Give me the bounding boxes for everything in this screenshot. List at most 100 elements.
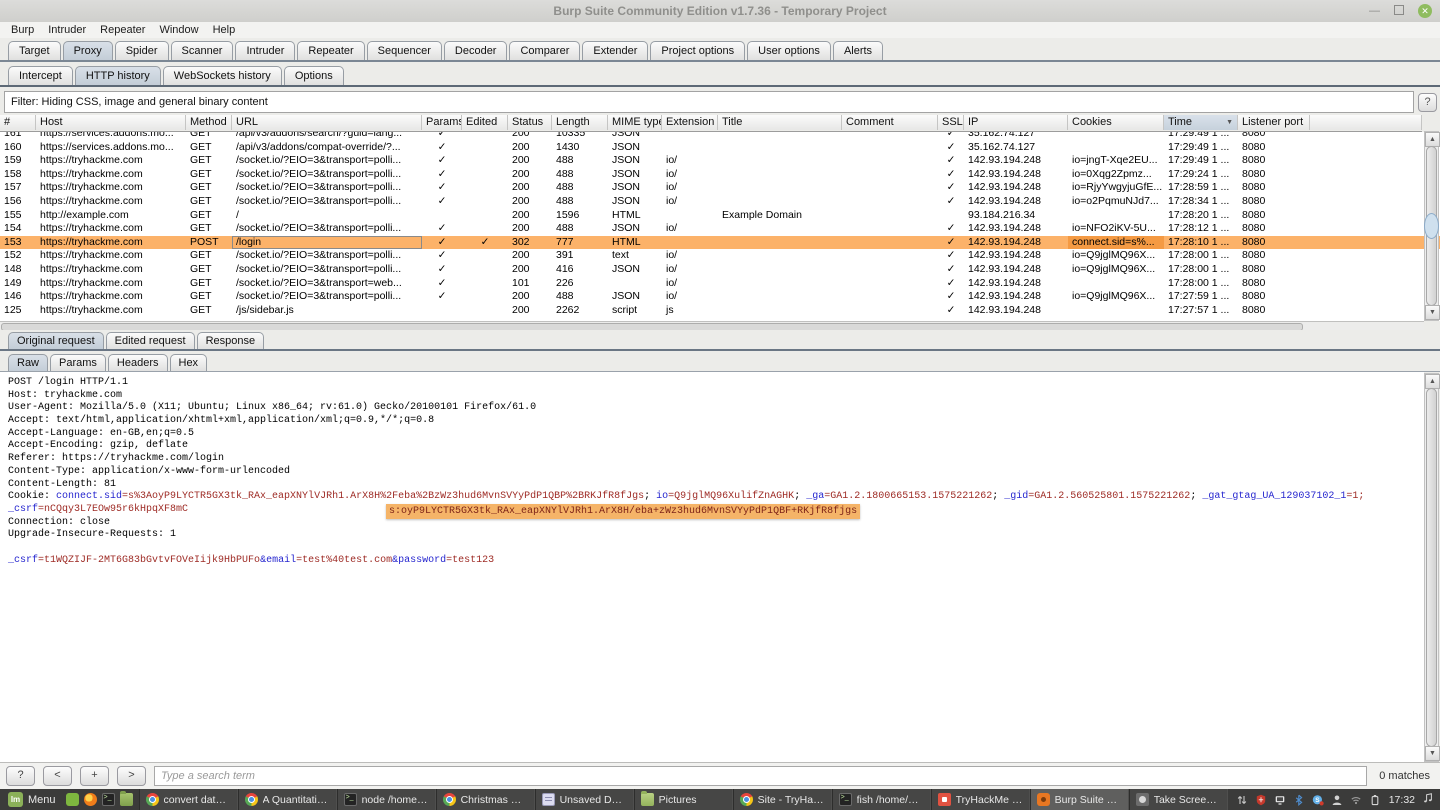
editor-scroll-thumb[interactable] xyxy=(1426,388,1437,747)
viewtab-params[interactable]: Params xyxy=(50,354,106,371)
battery-icon[interactable] xyxy=(1369,794,1381,806)
table-row-159[interactable]: 159https://tryhackme.comGET/socket.io/?E… xyxy=(0,154,1440,168)
column-header-title[interactable]: Title xyxy=(718,115,842,130)
subtab-intercept[interactable]: Intercept xyxy=(8,66,73,85)
scroll-down-icon[interactable]: ▼ xyxy=(1425,305,1440,320)
display-icon[interactable] xyxy=(1274,794,1286,806)
task-button-tryhackme-lo[interactable]: TryHackMe | Lo... xyxy=(931,789,1030,810)
task-button-pictures[interactable]: Pictures xyxy=(634,789,733,810)
table-row-148[interactable]: 148https://tryhackme.comGET/socket.io/?E… xyxy=(0,263,1440,277)
table-scroll-thumb[interactable] xyxy=(1426,146,1437,306)
note-icon[interactable] xyxy=(1422,792,1434,804)
search-options-button[interactable]: + xyxy=(80,766,109,786)
scroll-down-icon[interactable]: ▼ xyxy=(1425,746,1440,761)
tab-repeater[interactable]: Repeater xyxy=(297,41,364,60)
column-header-listener-port[interactable]: Listener port xyxy=(1238,115,1310,130)
search-input[interactable] xyxy=(154,766,1367,786)
tab-target[interactable]: Target xyxy=(8,41,61,60)
column-header-cookies[interactable]: Cookies xyxy=(1068,115,1164,130)
viewtab-hex[interactable]: Hex xyxy=(170,354,208,371)
table-row-157[interactable]: 157https://tryhackme.comGET/socket.io/?E… xyxy=(0,181,1440,195)
skype-icon[interactable]: S xyxy=(1312,794,1324,806)
minimize-icon[interactable]: — xyxy=(1369,6,1380,17)
filter-help-button[interactable]: ? xyxy=(1418,93,1437,112)
column-header-host[interactable]: Host xyxy=(36,115,186,130)
menu-button[interactable]: lm Menu xyxy=(0,789,64,810)
tab-comparer[interactable]: Comparer xyxy=(509,41,580,60)
sound-indicator[interactable] xyxy=(1422,791,1434,809)
viewtab-headers[interactable]: Headers xyxy=(108,354,168,371)
task-button-take-screenshot[interactable]: Take Screenshot xyxy=(1129,789,1228,810)
reqtab-response[interactable]: Response xyxy=(197,332,265,349)
tab-decoder[interactable]: Decoder xyxy=(444,41,508,60)
table-row-154[interactable]: 154https://tryhackme.comGET/socket.io/?E… xyxy=(0,222,1440,236)
menu-window[interactable]: Window xyxy=(152,23,205,37)
table-row-156[interactable]: 156https://tryhackme.comGET/socket.io/?E… xyxy=(0,195,1440,209)
menu-burp[interactable]: Burp xyxy=(4,23,41,37)
task-button-convert-date-to[interactable]: convert date to ... xyxy=(139,789,238,810)
task-button-a-quantitative-a[interactable]: A Quantitative A... xyxy=(238,789,337,810)
task-button-burp-suite-com[interactable]: Burp Suite Com... xyxy=(1030,789,1129,810)
bluetooth-icon[interactable] xyxy=(1293,794,1305,806)
task-button-fish-home-ashu[interactable]: fish /home/ashu xyxy=(832,789,931,810)
network-arrows-icon[interactable] xyxy=(1236,794,1248,806)
task-button-site-tryhackm[interactable]: Site - TryHackM... xyxy=(733,789,832,810)
search-prev-button[interactable]: < xyxy=(43,766,72,786)
tab-intruder[interactable]: Intruder xyxy=(235,41,295,60)
table-row-161[interactable]: 161https://services.addons.mo...GET/api/… xyxy=(0,132,1440,141)
reqtab-edited-request[interactable]: Edited request xyxy=(106,332,195,349)
table-row-158[interactable]: 158https://tryhackme.comGET/socket.io/?E… xyxy=(0,168,1440,182)
column-header-status[interactable]: Status xyxy=(508,115,552,130)
editor-vertical-scrollbar[interactable]: ▲ ▼ xyxy=(1424,373,1439,762)
maximize-icon[interactable] xyxy=(1394,5,1404,18)
table-vertical-scrollbar[interactable]: ▲ ▼ xyxy=(1424,131,1439,321)
tab-project-options[interactable]: Project options xyxy=(650,41,745,60)
tab-alerts[interactable]: Alerts xyxy=(833,41,883,60)
firefox-icon[interactable] xyxy=(84,793,97,806)
scroll-up-icon[interactable]: ▲ xyxy=(1425,132,1440,147)
column-header-ip[interactable]: IP xyxy=(964,115,1068,130)
search-next-button[interactable]: > xyxy=(117,766,146,786)
scroll-up-icon[interactable]: ▲ xyxy=(1425,374,1440,389)
table-row-146[interactable]: 146https://tryhackme.comGET/socket.io/?E… xyxy=(0,290,1440,304)
search-help-button[interactable]: ? xyxy=(6,766,35,786)
table-row-152[interactable]: 152https://tryhackme.comGET/socket.io/?E… xyxy=(0,249,1440,263)
table-row-160[interactable]: 160https://services.addons.mo...GET/api/… xyxy=(0,141,1440,155)
viewtab-raw[interactable]: Raw xyxy=(8,354,48,371)
column-header-extension[interactable]: Extension xyxy=(662,115,718,130)
tab-spider[interactable]: Spider xyxy=(115,41,169,60)
table-row-125[interactable]: 125https://tryhackme.comGET/js/sidebar.j… xyxy=(0,304,1440,318)
column-header-url[interactable]: URL xyxy=(232,115,422,130)
column-header-ssl[interactable]: SSL xyxy=(938,115,964,130)
wifi-icon[interactable] xyxy=(1350,794,1362,806)
filter-text-box[interactable]: Filter: Hiding CSS, image and general bi… xyxy=(4,91,1414,113)
column-header-comment[interactable]: Comment xyxy=(842,115,938,130)
tab-proxy[interactable]: Proxy xyxy=(63,41,113,60)
column-header-edited[interactable]: Edited xyxy=(462,115,508,130)
column-header-method[interactable]: Method xyxy=(186,115,232,130)
tab-sequencer[interactable]: Sequencer xyxy=(367,41,442,60)
reqtab-original-request[interactable]: Original request xyxy=(8,332,104,349)
task-button-christmas-chall[interactable]: Christmas Chall... xyxy=(436,789,535,810)
close-icon[interactable]: ✕ xyxy=(1418,4,1432,18)
column-header-time[interactable]: Time▼ xyxy=(1164,115,1238,130)
column-header-length[interactable]: Length xyxy=(552,115,608,130)
request-raw-view[interactable]: POST /login HTTP/1.1Host: tryhackme.comU… xyxy=(0,372,1424,762)
column-header-params[interactable]: Params xyxy=(422,115,462,130)
task-button-node-home-as[interactable]: node /home/as... xyxy=(337,789,436,810)
subtab-websockets-history[interactable]: WebSockets history xyxy=(163,66,282,85)
task-button-unsaved-docu[interactable]: Unsaved Docu... xyxy=(535,789,634,810)
table-row-153[interactable]: 153https://tryhackme.comPOST/login✓✓3027… xyxy=(0,236,1440,250)
column-header-[interactable]: # xyxy=(0,115,36,130)
tab-user-options[interactable]: User options xyxy=(747,41,831,60)
menu-intruder[interactable]: Intruder xyxy=(41,23,93,37)
table-row-149[interactable]: 149https://tryhackme.comGET/socket.io/?E… xyxy=(0,277,1440,291)
subtab-options[interactable]: Options xyxy=(284,66,344,85)
menu-help[interactable]: Help xyxy=(206,23,243,37)
tab-extender[interactable]: Extender xyxy=(582,41,648,60)
table-row-155[interactable]: 155http://example.comGET/2001596HTMLExam… xyxy=(0,209,1440,223)
tab-scanner[interactable]: Scanner xyxy=(171,41,234,60)
shield-icon[interactable] xyxy=(1255,794,1267,806)
user-icon[interactable] xyxy=(1331,794,1343,806)
files-icon[interactable] xyxy=(120,793,133,806)
